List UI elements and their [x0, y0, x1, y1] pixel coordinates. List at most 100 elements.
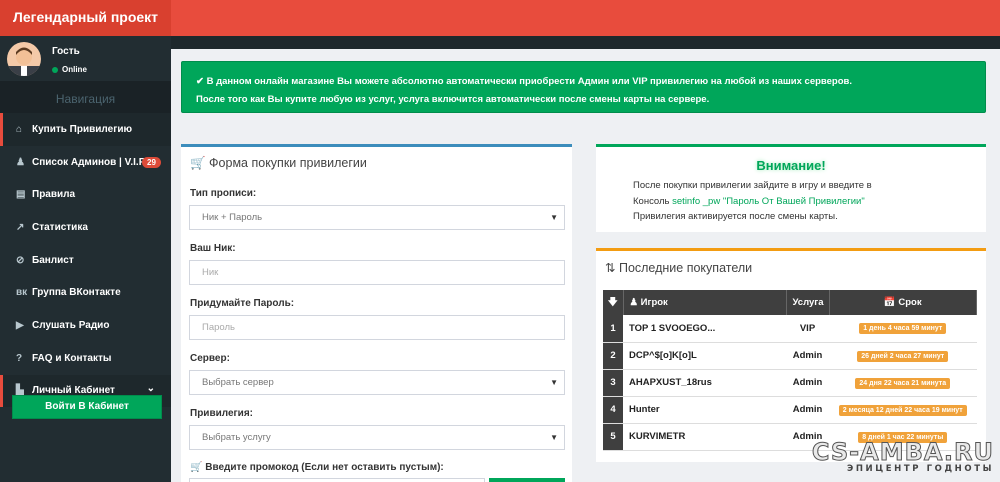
- console-command: setinfo _pw "Пароль От Вашей Привилегии": [672, 195, 865, 207]
- sidebar-item-label: Слушать Радио: [32, 319, 110, 331]
- attention-line-1: После покупки привилегии зайдите в игру …: [633, 180, 872, 191]
- term-column-header: 📅 Срок: [829, 290, 977, 315]
- avatar: [7, 42, 41, 76]
- caret-down-icon: ▼: [550, 213, 558, 222]
- cart-icon: 🛒: [190, 156, 210, 170]
- chevron-down-icon: ⌄: [146, 382, 155, 394]
- play-icon: ▶: [16, 319, 24, 331]
- watermark-title: CS-AMBA.RU: [811, 438, 994, 466]
- book-icon: ▤: [16, 189, 26, 201]
- purchase-form-box: 🛒 Форма покупки привилегии Тип прописи: …: [181, 144, 572, 482]
- table-row: 3 AHAPXUST_18rus Admin 24 дня 22 часа 21 ми…: [603, 369, 977, 397]
- service-cell: Admin: [786, 342, 829, 370]
- service-cell: VIP: [786, 315, 829, 343]
- question-icon: ?: [16, 352, 23, 364]
- caret-down-icon: ▼: [550, 433, 558, 442]
- term-badge: 1 день 4 часа 59 минут: [859, 323, 947, 335]
- player-header-text: Игрок: [640, 297, 668, 308]
- type-select-value: Ник + Пароль: [202, 212, 263, 223]
- promo-label-text: Введите промокод (Если нет оставить пуст…: [205, 462, 444, 473]
- privilege-select-value: Выбрать услугу: [202, 432, 271, 443]
- user-panel: Гость Online: [0, 36, 171, 81]
- term-badge: 2 месяца 12 дней 22 часа 19 минут: [838, 404, 967, 416]
- user-icon: ♟: [629, 297, 641, 308]
- row-number: 3: [603, 369, 623, 397]
- row-number: 5: [603, 423, 623, 451]
- term-cell: 2 месяца 12 дней 22 часа 19 минут: [829, 396, 977, 424]
- player-cell: KURVIMETR: [623, 423, 786, 451]
- attention-line-2: Консоль setinfo _pw "Пароль От Вашей При…: [633, 194, 872, 210]
- term-cell: 26 дней 2 часа 27 минут: [829, 342, 977, 370]
- recent-buyers-box: ⇅ Последние покупатели 🡇 ♟ Игрок Услуга …: [596, 248, 986, 462]
- ban-icon: ⊘: [16, 254, 25, 266]
- row-number: 2: [603, 342, 623, 370]
- nick-input[interactable]: Ник: [189, 260, 565, 285]
- player-column-header: ♟ Игрок: [623, 290, 787, 315]
- service-column-header: Услуга: [786, 290, 830, 315]
- table-row: 2 DCP^$[o]K[o]L Admin 26 дней 2 часа 27 мин…: [603, 342, 977, 370]
- status-text: Online: [62, 65, 87, 74]
- row-number: 1: [603, 315, 623, 343]
- sidebar-item-label: FAQ и Контакты: [32, 352, 112, 364]
- table-header: 🡇 ♟ Игрок Услуга 📅 Срок: [603, 290, 977, 315]
- term-cell: 1 день 4 часа 59 минут: [829, 315, 977, 343]
- brand-logo[interactable]: Легендарный проект: [0, 0, 171, 36]
- alert-line-1: ✔ В данном онлайн магазине Вы можете абс…: [196, 76, 853, 87]
- vk-icon: вк: [16, 287, 28, 299]
- console-prefix: Консоль: [633, 195, 673, 207]
- buyers-title: ⇅ Последние покупатели: [605, 260, 752, 275]
- home-icon: ⌂: [16, 123, 23, 135]
- term-badge: 24 дня 22 часа 21 минута: [855, 377, 951, 389]
- sidebar-item-buy[interactable]: ⌂ Купить Привилегию: [0, 113, 171, 146]
- chart-icon: ↗: [16, 221, 25, 233]
- form-title-text: Форма покупки привилегии: [209, 156, 367, 170]
- login-cabinet-button[interactable]: Войти В Кабинет: [12, 395, 162, 419]
- sidebar-item-label: Статистика: [32, 221, 88, 233]
- nav-header: Навигация: [0, 81, 171, 113]
- promo-label: 🛒 Введите промокод (Если нет оставить пу…: [190, 462, 444, 473]
- sort-amount-icon: ⇅: [605, 261, 619, 275]
- server-label: Сервер:: [190, 353, 230, 364]
- online-dot-icon: [52, 66, 58, 73]
- info-alert: ✔ В данном онлайн магазине Вы можете абс…: [181, 61, 986, 113]
- cart-icon: 🛒: [190, 462, 206, 473]
- attention-title: Внимание!: [756, 158, 826, 173]
- sidebar-item-faq[interactable]: ? FAQ и Контакты: [0, 342, 171, 375]
- sidebar-item-radio[interactable]: ▶ Слушать Радио: [0, 309, 171, 342]
- caret-down-icon: ▼: [550, 378, 558, 387]
- count-badge: 29: [142, 156, 161, 168]
- attention-text: После покупки привилегии зайдите в игру …: [633, 178, 872, 225]
- privilege-label: Привилегия:: [190, 408, 253, 419]
- sidebar-item-stats[interactable]: ↗ Статистика: [0, 211, 171, 244]
- promo-input[interactable]: [189, 478, 485, 482]
- form-title: 🛒 Форма покупки привилегии: [190, 156, 367, 171]
- password-label: Придумайте Пароль:: [190, 298, 295, 309]
- player-cell: Hunter: [623, 396, 786, 424]
- sidebar-item-admins[interactable]: ♟ Список Админов | V.I.P 29: [0, 146, 171, 179]
- player-cell: TOP 1 SVOOEGO...: [623, 315, 786, 343]
- table-row: 1 TOP 1 SVOOEGO... VIP 1 день 4 часа 59 мин…: [603, 315, 977, 343]
- privilege-select[interactable]: Выбрать услугу ▼: [189, 425, 565, 450]
- service-cell: Admin: [786, 369, 829, 397]
- term-cell: 24 дня 22 часа 21 минута: [829, 369, 977, 397]
- player-cell: AHAPXUST_18rus: [623, 369, 786, 397]
- type-select[interactable]: Ник + Пароль ▼: [189, 205, 565, 230]
- server-select-value: Выбрать сервер: [202, 377, 274, 388]
- table-row: 4 Hunter Admin 2 месяца 12 дней 22 часа 19 …: [603, 396, 977, 424]
- term-header-text: Срок: [898, 297, 922, 308]
- user-name: Гость: [52, 46, 80, 57]
- sidebar-item-label: Банлист: [32, 254, 74, 266]
- sidebar-item-rules[interactable]: ▤ Правила: [0, 178, 171, 211]
- sidebar-item-vk[interactable]: вк Группа ВКонтакте: [0, 276, 171, 309]
- server-select[interactable]: Выбрать сервер ▼: [189, 370, 565, 395]
- sort-down-icon[interactable]: 🡇: [603, 290, 624, 315]
- alert-line-2: После того как Вы купите любую из услуг,…: [196, 94, 710, 105]
- type-label: Тип прописи:: [190, 188, 257, 199]
- promo-apply-button[interactable]: [489, 478, 565, 482]
- sidebar-item-label: Группа ВКонтакте: [32, 287, 121, 299]
- sidebar-item-banlist[interactable]: ⊘ Банлист: [0, 244, 171, 277]
- sidebar-menu: ⌂ Купить Привилегию ♟ Список Админов | V.I…: [0, 113, 171, 408]
- attention-box: Внимание! После покупки привилегии зайди…: [596, 144, 986, 232]
- attention-line-3: Привилегия активируется после смены карт…: [633, 211, 838, 222]
- password-input[interactable]: Пароль: [189, 315, 565, 340]
